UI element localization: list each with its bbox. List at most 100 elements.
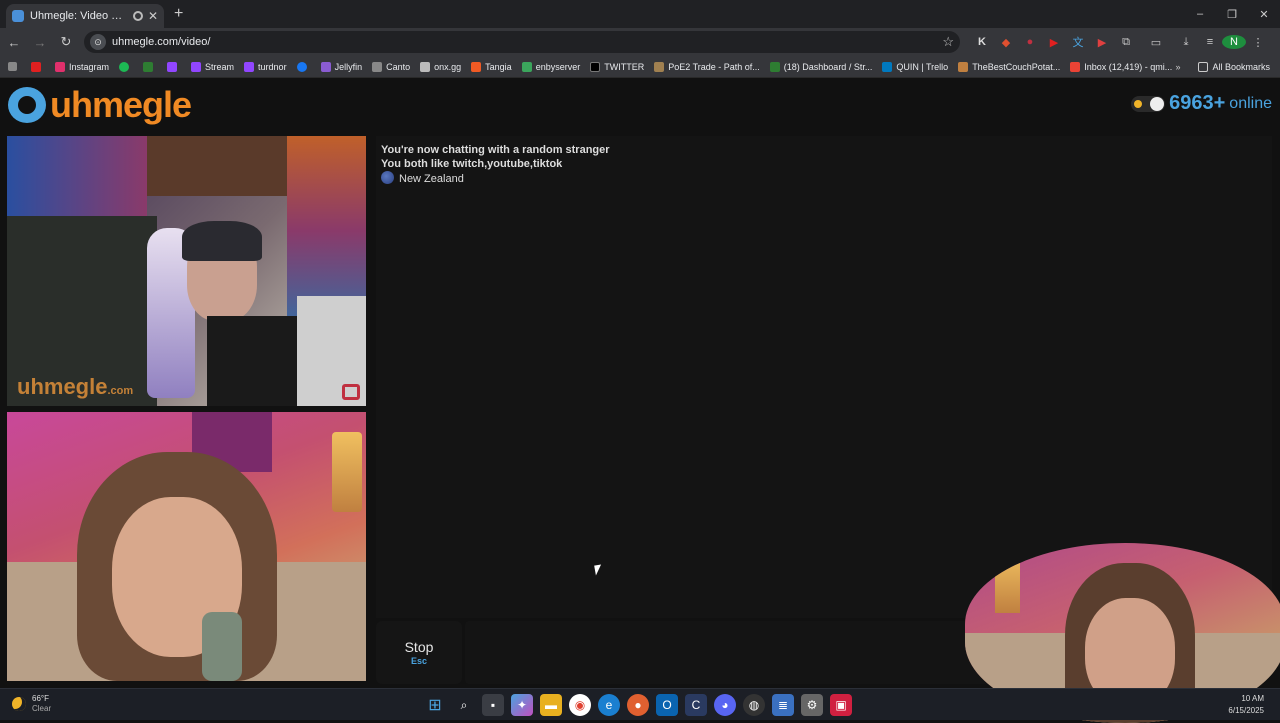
theme-toggle[interactable] bbox=[1131, 95, 1166, 112]
clock-date: 6/15/2025 bbox=[1228, 706, 1264, 715]
minimize-icon[interactable]: – bbox=[1184, 8, 1216, 20]
settings-gear-icon[interactable]: ⚙ bbox=[801, 694, 823, 716]
bookmark-enbyserver[interactable]: enbyserver bbox=[521, 61, 580, 72]
chat-country: New Zealand bbox=[376, 171, 1272, 186]
discord-icon[interactable]: ◕ bbox=[714, 694, 736, 716]
obs-icon[interactable]: ◍ bbox=[743, 694, 765, 716]
restore-icon[interactable]: ❐ bbox=[1216, 8, 1248, 21]
side-panel-icon[interactable]: ▭ bbox=[1144, 36, 1168, 49]
windows-start-icon[interactable]: ⊞ bbox=[424, 694, 446, 716]
weather-temperature: 66°F bbox=[32, 694, 49, 703]
object-shape bbox=[202, 612, 242, 681]
bookmark-poe2-trade[interactable]: PoE2 Trade - Path of... bbox=[654, 61, 760, 72]
red-extension-icon[interactable]: ● bbox=[1018, 36, 1042, 48]
maple-extension-icon[interactable]: ◆ bbox=[994, 36, 1018, 49]
bookmark-twitter[interactable]: TWITTER bbox=[590, 61, 644, 72]
bookmark-turdnor[interactable]: turdnor bbox=[244, 61, 287, 72]
bookmark-star-icon[interactable]: ☆ bbox=[942, 34, 954, 50]
online-plus: + bbox=[1213, 92, 1226, 114]
bookmark-gmail[interactable]: Inbox (12,419) - qmi... bbox=[1070, 61, 1172, 72]
orange-app-icon[interactable]: ● bbox=[627, 694, 649, 716]
bookmark-twitch[interactable] bbox=[167, 61, 181, 72]
stop-shortcut: Esc bbox=[410, 656, 427, 666]
app-c-icon[interactable]: C bbox=[685, 694, 707, 716]
clock-time: 10 AM bbox=[1241, 694, 1264, 703]
extensions-area: K ◆ ● ▶ 文 ▶ ⧉ ▭ ⤓ ≡ N ⋮ bbox=[970, 34, 1270, 50]
lamp-shape bbox=[995, 553, 1020, 613]
recording-indicator-icon bbox=[132, 11, 143, 21]
download-icon[interactable]: ⤓ bbox=[1174, 36, 1198, 49]
online-counter: 6963 + online bbox=[1131, 92, 1272, 115]
copilot-icon[interactable]: ✦ bbox=[511, 694, 533, 716]
profile-avatar[interactable]: N bbox=[1222, 35, 1246, 49]
browser-tab[interactable]: Uhmegle: Video Chat | Om... ✕ bbox=[6, 4, 164, 28]
red-app-icon[interactable]: ▣ bbox=[830, 694, 852, 716]
chevron-double-right-icon[interactable]: » bbox=[1175, 62, 1180, 72]
reading-list-icon[interactable]: ≡ bbox=[1198, 36, 1222, 48]
youtube-extension-icon[interactable]: ▶ bbox=[1042, 36, 1066, 49]
chrome-icon[interactable]: ◉ bbox=[569, 694, 591, 716]
hair-shape bbox=[182, 221, 262, 261]
weather-condition: Clear bbox=[32, 704, 52, 713]
bookmark-onx[interactable]: onx.gg bbox=[420, 61, 461, 72]
bookmark-trello[interactable]: QUIN | Trello bbox=[882, 61, 948, 72]
poster bbox=[147, 136, 287, 196]
bookmark-youtube[interactable] bbox=[31, 61, 45, 72]
bookmark-stream[interactable]: Stream bbox=[191, 61, 234, 72]
edge-icon[interactable]: e bbox=[598, 694, 620, 716]
chat-interests-message: You both like twitch,youtube,tiktok bbox=[381, 158, 563, 170]
reload-icon[interactable]: ↻ bbox=[54, 34, 78, 50]
bookmark-jellyfin[interactable]: Jellyfin bbox=[320, 61, 362, 72]
stop-button[interactable]: Stop Esc bbox=[376, 621, 462, 684]
moon-icon bbox=[12, 697, 26, 711]
taskbar-apps: ⊞ ⌕ ▪ ✦ ▬ ◉ e ● O C ◕ ◍ ≣ ⚙ ▣ bbox=[424, 694, 859, 716]
logo-bubble-icon bbox=[8, 87, 46, 123]
k-extension-icon[interactable]: K bbox=[970, 36, 994, 48]
bookmark-couchpotato[interactable]: TheBestCouchPotat... bbox=[958, 61, 1060, 72]
site-info-icon[interactable]: ⊙ bbox=[90, 34, 106, 50]
close-tab-icon[interactable]: ✕ bbox=[148, 9, 158, 23]
back-arrow-icon[interactable]: ← bbox=[2, 35, 26, 50]
bookmark-tangia[interactable]: Tangia bbox=[471, 61, 512, 72]
translate-extension-icon[interactable]: 文 bbox=[1066, 34, 1090, 50]
self-video bbox=[7, 412, 366, 681]
close-window-icon[interactable]: ✕ bbox=[1248, 8, 1280, 21]
outlook-icon[interactable]: O bbox=[656, 694, 678, 716]
notepad-icon[interactable]: ≣ bbox=[772, 694, 794, 716]
tab-title: Uhmegle: Video Chat | Om... bbox=[30, 10, 128, 22]
bookmark-canto[interactable]: Canto bbox=[372, 61, 410, 72]
system-clock[interactable]: 10 AM 6/15/2025 bbox=[1228, 693, 1264, 717]
lamp-shape bbox=[332, 432, 362, 512]
search-icon[interactable]: ⌕ bbox=[453, 694, 475, 716]
stop-label: Stop bbox=[404, 639, 434, 655]
new-tab-plus-icon[interactable]: + bbox=[174, 5, 183, 23]
report-flag-icon[interactable] bbox=[342, 384, 360, 400]
bookmarks-bar: Instagram Stream turdnor Jellyfin Canto … bbox=[0, 56, 1280, 78]
logo-text: uhmegle bbox=[50, 84, 192, 125]
new-zealand-flag-icon bbox=[381, 171, 394, 184]
uhmegle-watermark: uhmegle.com bbox=[17, 374, 134, 399]
bookmark-instagram[interactable]: Instagram bbox=[55, 61, 109, 72]
task-view-icon[interactable]: ▪ bbox=[482, 694, 504, 716]
apps-grid-icon[interactable] bbox=[8, 62, 21, 71]
uhmegle-logo[interactable]: uhmegle bbox=[8, 84, 192, 126]
shirt-shape bbox=[207, 316, 307, 406]
bookmark-dashboard[interactable]: (18) Dashboard / Str... bbox=[769, 61, 872, 72]
forward-arrow-icon[interactable]: → bbox=[28, 35, 52, 50]
bookmark-spotify[interactable] bbox=[119, 61, 133, 72]
browser-toolbar: ← → ↻ ⊙ uhmegle.com/video/ ☆ K ◆ ● ▶ 文 ▶… bbox=[0, 28, 1280, 56]
address-bar[interactable]: ⊙ uhmegle.com/video/ ☆ bbox=[84, 31, 960, 53]
all-bookmarks-folder[interactable]: All Bookmarks bbox=[1198, 62, 1270, 72]
play-extension-icon[interactable]: ▶ bbox=[1090, 36, 1114, 49]
bookmark-facebook[interactable] bbox=[296, 61, 311, 72]
online-count: 6963 bbox=[1169, 92, 1214, 114]
file-explorer-icon[interactable]: ▬ bbox=[540, 694, 562, 716]
extensions-puzzle-icon[interactable]: ⧉ bbox=[1114, 36, 1138, 49]
url-text[interactable]: uhmegle.com/video/ bbox=[112, 36, 942, 48]
window-controls: – ❐ ✕ bbox=[1184, 0, 1280, 28]
weather-widget[interactable]: 66°F Clear bbox=[12, 694, 51, 714]
menu-dots-icon[interactable]: ⋮ bbox=[1246, 36, 1270, 49]
sun-icon bbox=[1134, 99, 1143, 108]
chat-status-message: You're now chatting with a random strang… bbox=[381, 144, 610, 156]
bookmark-green[interactable] bbox=[143, 61, 157, 72]
